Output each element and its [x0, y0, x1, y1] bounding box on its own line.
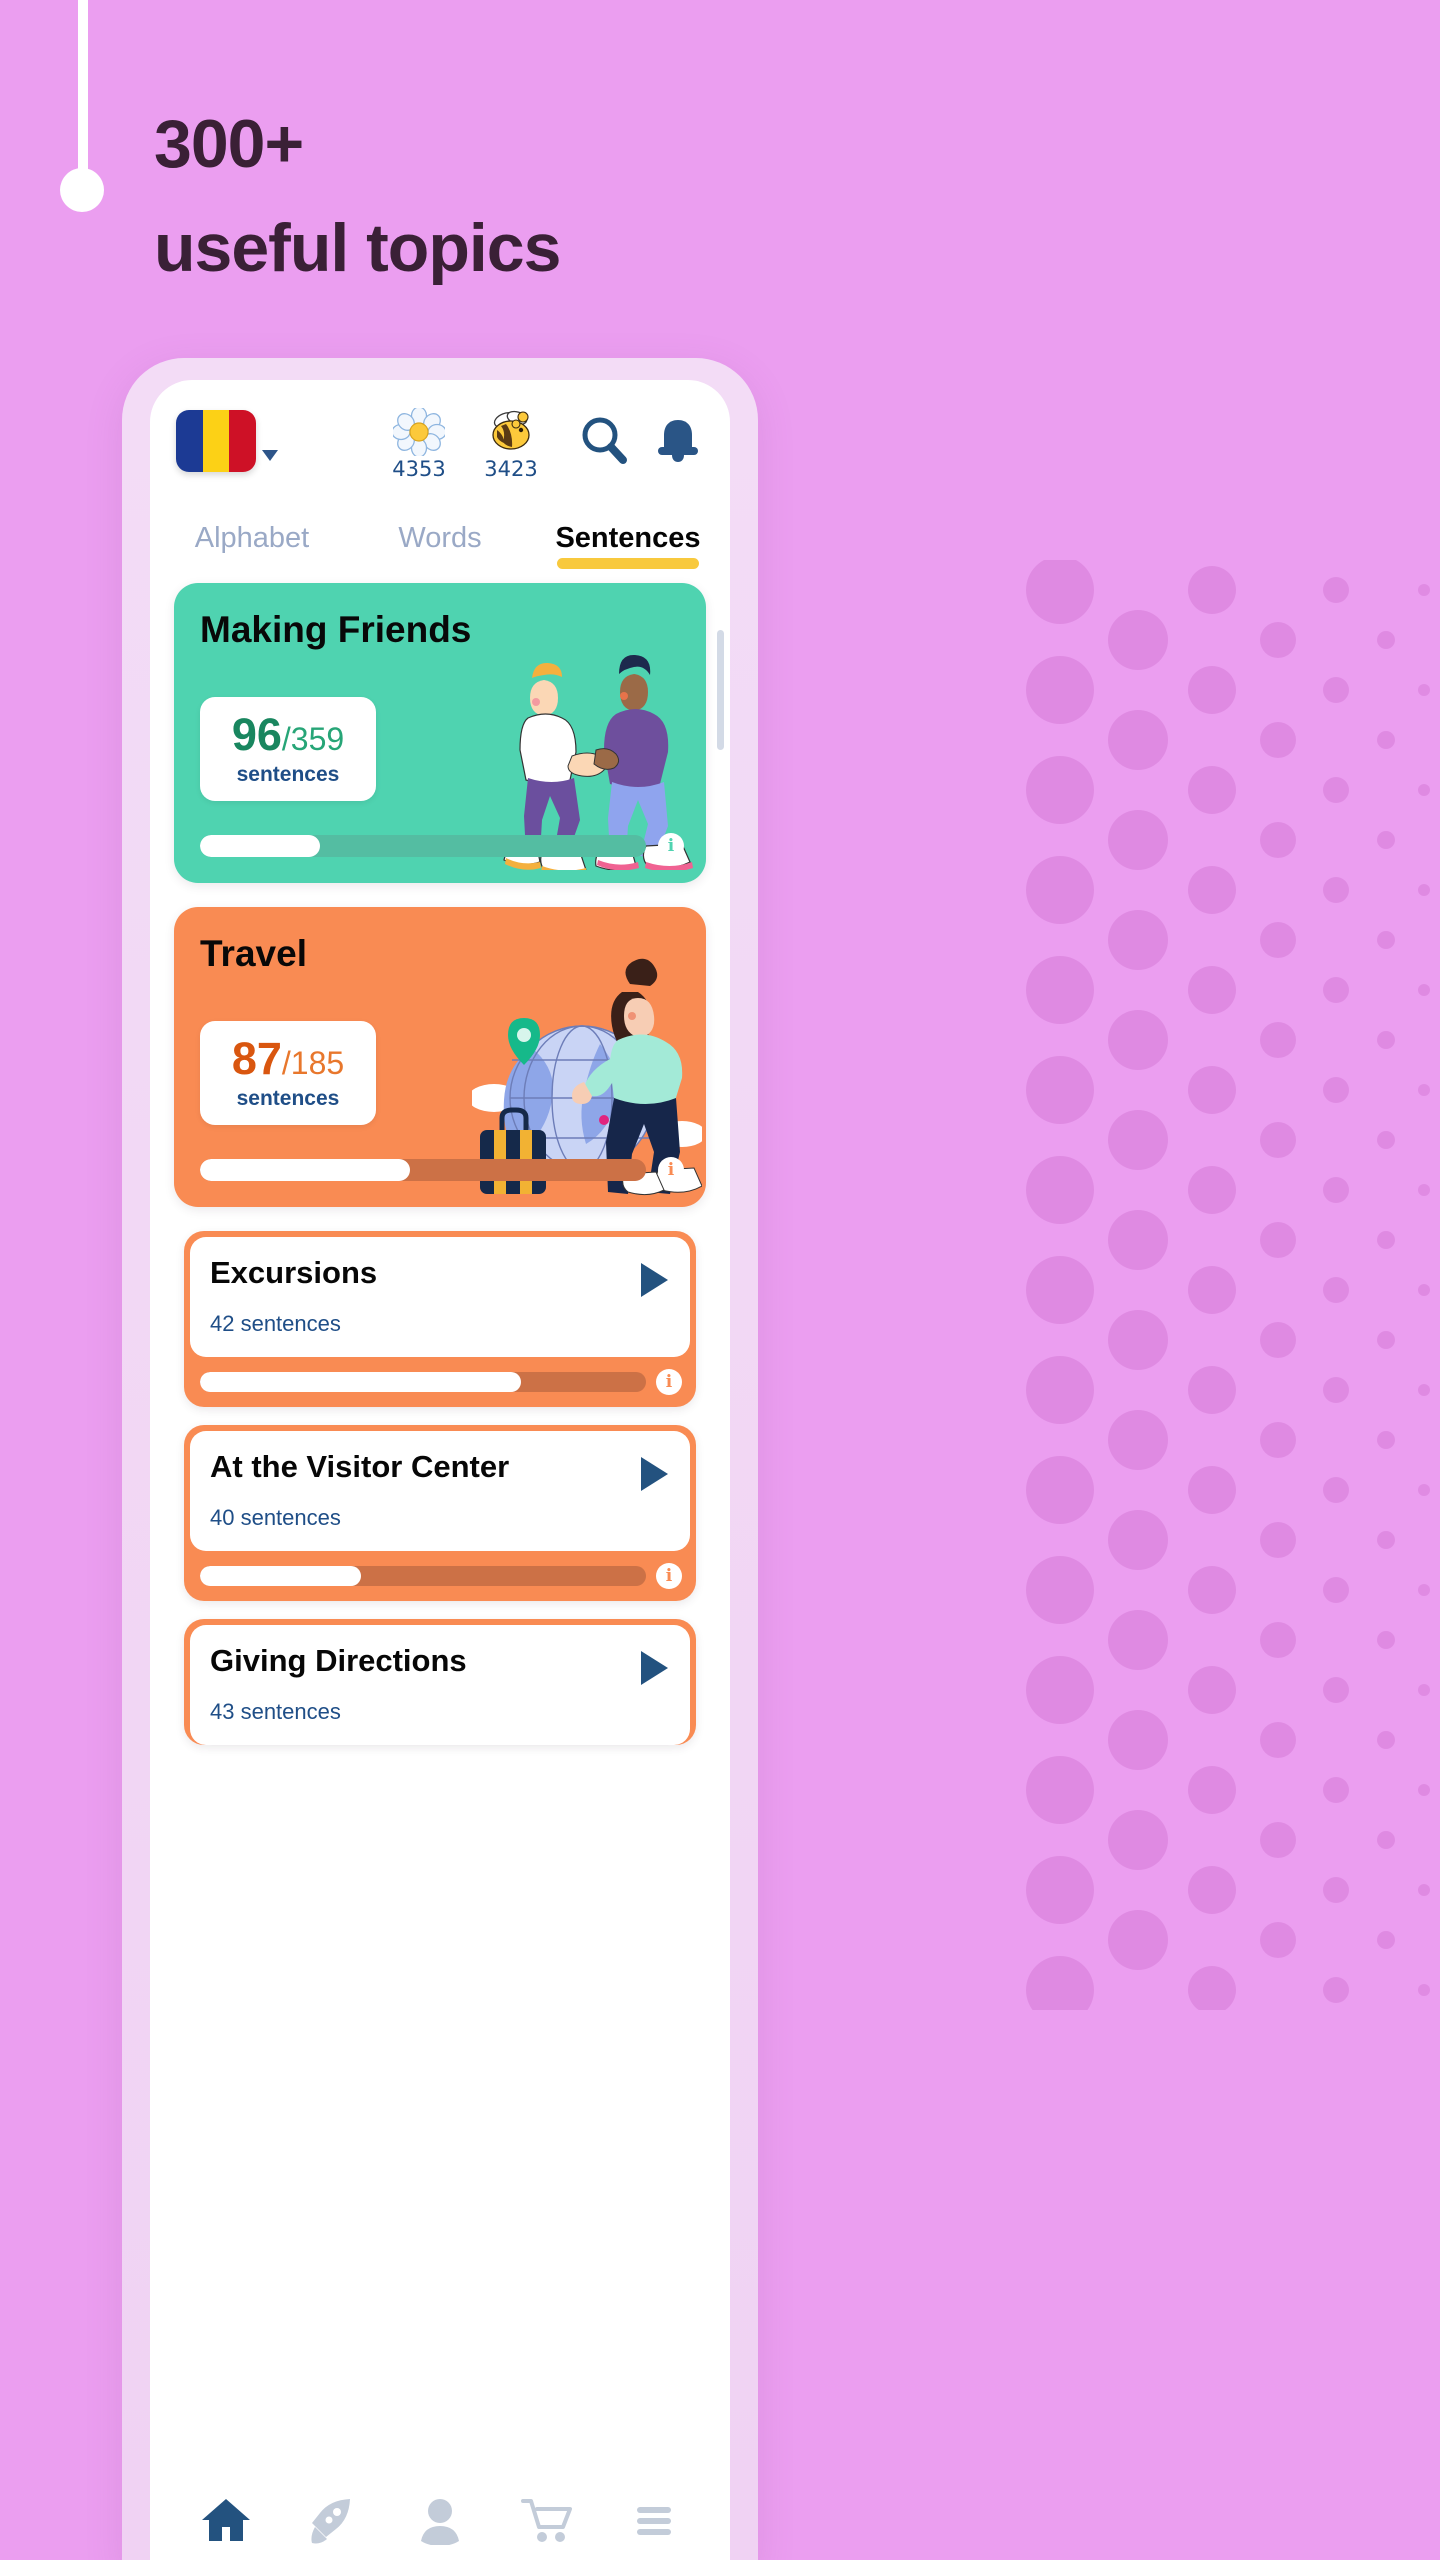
bell-icon[interactable] — [652, 414, 704, 466]
play-icon[interactable] — [641, 1263, 668, 1297]
subtopic-title: Giving Directions — [210, 1643, 467, 1678]
subtopic-title: Excursions — [210, 1255, 378, 1290]
topic-progress-badge: 87/185 sentences — [200, 1021, 376, 1125]
progress-fill — [200, 1159, 410, 1181]
topic-list: Making Friends 96/359 sentences i Travel… — [150, 569, 730, 1207]
header-actions — [578, 410, 704, 466]
subtopic-progress-row: i — [190, 1357, 690, 1407]
progress-bar — [200, 1159, 646, 1181]
home-icon[interactable] — [199, 2495, 253, 2545]
progress-fill — [200, 1566, 361, 1586]
subtopic-excursions[interactable]: Excursions 42 sentences i — [184, 1231, 696, 1407]
subtopic-count: 43 sentences — [210, 1699, 341, 1724]
language-selector[interactable] — [176, 410, 278, 472]
headline-line-1: 300+ — [154, 106, 304, 182]
main-tabs: Alphabet Words Sentences — [150, 522, 730, 569]
info-icon[interactable]: i — [656, 1563, 682, 1589]
bee-icon — [492, 410, 530, 450]
info-icon[interactable]: i — [658, 833, 684, 859]
topic-progress-row: i — [200, 1157, 684, 1183]
scrollbar[interactable] — [717, 630, 724, 750]
topic-total-count: /359 — [281, 721, 345, 757]
decorative-pin-ball — [60, 168, 104, 212]
topic-progress-badge: 96/359 sentences — [200, 697, 376, 801]
topic-title: Travel — [200, 933, 307, 974]
progress-bar — [200, 835, 646, 857]
subtopic-title: At the Visitor Center — [210, 1449, 510, 1484]
topic-done-count: 96 — [231, 709, 282, 760]
play-icon[interactable] — [641, 1457, 668, 1491]
topic-total-count: /185 — [281, 1045, 345, 1081]
tab-sentences[interactable]: Sentences — [534, 522, 722, 569]
chevron-down-icon — [262, 450, 278, 461]
topic-card-making-friends[interactable]: Making Friends 96/359 sentences i — [174, 583, 706, 883]
subtopic-body: Excursions 42 sentences — [190, 1237, 690, 1357]
subtopic-giving-directions[interactable]: Giving Directions 43 sentences — [184, 1619, 696, 1745]
topic-progress-row: i — [200, 833, 684, 859]
app-screen: 4353 3423 Alphabet Words Sentences Makin… — [150, 380, 730, 2560]
flower-icon — [393, 408, 445, 456]
subtopic-count: 42 sentences — [210, 1311, 341, 1336]
subtopic-count: 40 sentences — [210, 1505, 341, 1530]
promo-headline: 300+ useful topics — [154, 96, 854, 296]
counters: 4353 3423 — [388, 408, 542, 481]
halftone-dot-pattern — [1020, 560, 1440, 2010]
flower-count: 4353 — [392, 457, 446, 481]
subtopic-progress-row: i — [190, 1551, 690, 1601]
topic-title: Making Friends — [200, 609, 472, 650]
menu-icon[interactable] — [627, 2495, 681, 2545]
progress-fill — [200, 1372, 522, 1392]
counter-sentences-bee[interactable]: 3423 — [480, 408, 542, 481]
info-icon[interactable]: i — [658, 1157, 684, 1183]
progress-bar — [200, 1566, 646, 1586]
app-header: 4353 3423 — [150, 380, 730, 530]
topic-done-count: 87 — [231, 1033, 282, 1084]
headline-line-2: useful topics — [154, 210, 561, 286]
cart-icon[interactable] — [520, 2495, 574, 2545]
counter-words-flower[interactable]: 4353 — [388, 408, 450, 481]
phone-mockup: 4353 3423 Alphabet Words Sentences Makin… — [122, 358, 758, 2560]
topic-unit-label: sentences — [236, 1087, 340, 1110]
tab-alphabet[interactable]: Alphabet — [158, 522, 346, 569]
search-icon[interactable] — [578, 414, 630, 466]
tab-words[interactable]: Words — [346, 522, 534, 569]
progress-bar — [200, 1372, 646, 1392]
info-icon[interactable]: i — [656, 1369, 682, 1395]
subtopic-at-the-visitor-center[interactable]: At the Visitor Center 40 sentences i — [184, 1425, 696, 1601]
subtopic-body: Giving Directions 43 sentences — [190, 1625, 690, 1745]
bottom-navigation — [150, 2472, 730, 2560]
topic-unit-label: sentences — [236, 763, 340, 786]
rocket-icon[interactable] — [306, 2495, 360, 2545]
topic-card-travel[interactable]: Travel 87/185 sentences i — [174, 907, 706, 1207]
person-icon[interactable] — [413, 2495, 467, 2545]
play-icon[interactable] — [641, 1651, 668, 1685]
subtopic-body: At the Visitor Center 40 sentences — [190, 1431, 690, 1551]
progress-fill — [200, 835, 321, 857]
romania-flag-icon — [176, 410, 256, 472]
bee-count: 3423 — [484, 457, 538, 481]
